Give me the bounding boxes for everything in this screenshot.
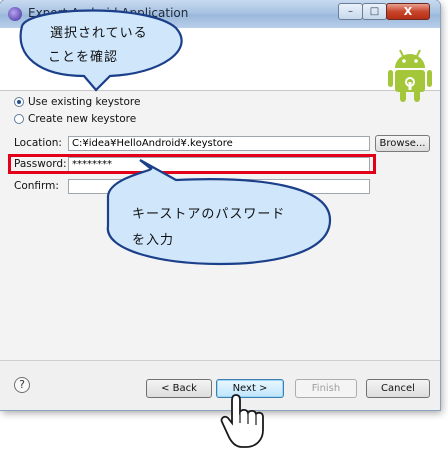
minimize-icon: –: [348, 6, 353, 17]
window-title: Export Android Application: [28, 6, 189, 20]
radio-use-existing-label: Use existing keystore: [28, 96, 141, 108]
maximize-icon: □: [369, 6, 380, 17]
minimize-button[interactable]: –: [338, 3, 363, 20]
confirm-label: Confirm:: [14, 180, 59, 192]
cancel-button[interactable]: Cancel: [366, 379, 430, 398]
help-icon[interactable]: ?: [14, 377, 30, 393]
radio-use-existing[interactable]: Use existing keystore: [14, 96, 140, 108]
top-callout-line2: ことを確認: [48, 50, 119, 65]
close-icon: X: [403, 5, 413, 18]
radio-create-new-label: Create new keystore: [28, 113, 137, 125]
top-callout-line1: 選択されている: [50, 26, 148, 41]
back-button[interactable]: < Back: [146, 379, 212, 398]
window-app-icon: [8, 7, 22, 21]
location-label: Location:: [14, 137, 62, 149]
confirm-input[interactable]: [68, 179, 370, 194]
location-input[interactable]: C:¥idea¥HelloAndroid¥.keystore: [68, 136, 370, 151]
mid-callout-line2: を入力: [132, 233, 175, 248]
browse-button[interactable]: Browse...: [375, 135, 430, 152]
radio-use-existing-control[interactable]: [14, 97, 24, 107]
password-highlight-box: [8, 154, 376, 174]
close-button[interactable]: X: [386, 3, 430, 20]
radio-create-new[interactable]: Create new keystore: [14, 113, 136, 125]
next-button[interactable]: Next >: [216, 379, 284, 398]
android-logo-icon: [388, 49, 432, 102]
radio-create-new-control[interactable]: [14, 114, 24, 124]
maximize-button[interactable]: □: [362, 3, 387, 20]
mid-callout-line1: キーストアのパスワード: [132, 207, 286, 222]
finish-button: Finish: [295, 379, 357, 398]
